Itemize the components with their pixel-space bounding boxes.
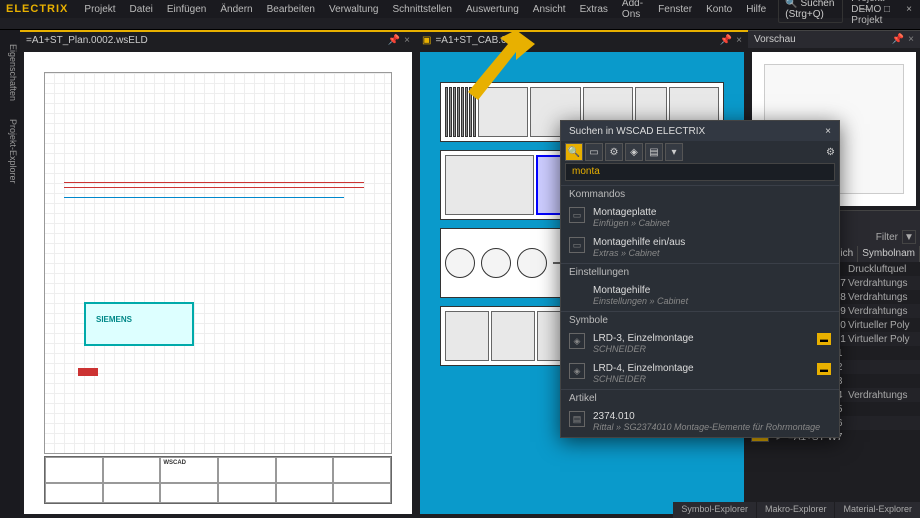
sym-cell: Verdrahtungs xyxy=(846,390,920,401)
menu-projekt[interactable]: Projekt xyxy=(78,2,121,17)
sym-cell: Verdrahtungs xyxy=(846,278,920,289)
sym-cell: Virtueller Poly xyxy=(846,334,920,345)
cabinet-badge-icon: ▬ xyxy=(817,363,831,375)
menu-extras[interactable]: Extras xyxy=(574,2,614,17)
search-mode-cmd[interactable]: ▭ xyxy=(585,143,603,161)
tab-cabinet[interactable]: ▣ =A1+ST_CAB.0001… 📌 × xyxy=(416,30,748,48)
sym-cell: Virtueller Poly xyxy=(846,320,920,331)
dialog-close-icon[interactable]: × xyxy=(825,126,831,137)
close-icon[interactable]: × xyxy=(908,34,914,45)
search-mode-dropdown[interactable]: ▾ xyxy=(665,143,683,161)
search-input[interactable]: monta xyxy=(565,163,835,181)
search-dialog: Suchen in WSCAD ELECTRIX × 🔍 ▭ ⚙ ◈ ▤ ▾ ⚙… xyxy=(560,120,840,438)
section-articles: Artikel xyxy=(561,389,839,407)
result-montageplatte[interactable]: ▭MontageplatteEinfügen » Cabinet xyxy=(561,203,839,233)
btab-symbol-explorer[interactable]: Symbol-Explorer xyxy=(673,502,756,518)
menu-verwaltung[interactable]: Verwaltung xyxy=(323,2,384,17)
filter-label[interactable]: Filter xyxy=(876,232,898,243)
pin-icon[interactable]: 📌 xyxy=(892,34,904,45)
menu-bearbeiten[interactable]: Bearbeiten xyxy=(261,2,321,17)
schematic-canvas[interactable]: SIEMENS WSCAD xyxy=(24,52,412,514)
pin-icon[interactable]: 📌 xyxy=(720,35,732,46)
close-tab-icon[interactable]: × xyxy=(404,35,410,46)
search-mode-set[interactable]: ⚙ xyxy=(605,143,623,161)
main-menubar: ELECTRIX Projekt Datei Einfügen Ändern B… xyxy=(0,0,920,18)
sidebar-tab-projekt-explorer[interactable]: Projekt-Explorer xyxy=(0,115,20,188)
close-tab-icon[interactable]: × xyxy=(736,35,742,46)
global-search[interactable]: 🔍 Suchen (Strg+Q) xyxy=(778,0,843,23)
menu-auswertung[interactable]: Auswertung xyxy=(460,2,525,17)
app-logo: ELECTRIX xyxy=(6,3,68,15)
warning-icon: ▣ xyxy=(422,35,431,46)
schematic-panel: =A1+ST_Plan.0002.wsELD 📌 × SIEMENS WSCAD xyxy=(20,30,416,518)
bottom-tabs: Symbol-Explorer Makro-Explorer Material-… xyxy=(673,502,920,518)
result-lrd3[interactable]: ◈LRD-3, EinzelmontageSCHNEIDER▬ xyxy=(561,329,839,359)
section-symbols: Symbole xyxy=(561,311,839,329)
menu-konto[interactable]: Konto xyxy=(700,2,738,17)
result-lrd4[interactable]: ◈LRD-4, EinzelmontageSCHNEIDER▬ xyxy=(561,359,839,389)
result-montagehilfe-setting[interactable]: MontagehilfeEinstellungen » Cabinet xyxy=(561,281,839,311)
menu-hilfe[interactable]: Hilfe xyxy=(740,2,772,17)
btab-makro-explorer[interactable]: Makro-Explorer xyxy=(757,502,835,518)
sidebar-tab-eigenschaften[interactable]: Eigenschaften xyxy=(0,40,20,105)
section-commands: Kommandos xyxy=(561,185,839,203)
menu-datei[interactable]: Datei xyxy=(124,2,159,17)
pin-icon[interactable]: 📌 xyxy=(388,35,400,46)
search-mode-all[interactable]: 🔍 xyxy=(565,143,583,161)
menu-addons[interactable]: Add-Ons xyxy=(616,0,650,22)
minimize-icon[interactable]: — xyxy=(858,2,872,16)
close-icon[interactable]: × xyxy=(902,2,916,16)
gear-icon[interactable]: ⚙ xyxy=(826,147,835,158)
sym-cell: Druckluftquel xyxy=(846,264,920,275)
vendor-label: SIEMENS xyxy=(96,315,132,324)
left-sidebar: Eigenschaften Projekt-Explorer xyxy=(0,30,20,518)
dialog-titlebar[interactable]: Suchen in WSCAD ELECTRIX × xyxy=(561,121,839,141)
result-montagehilfe-toggle[interactable]: ▭Montagehilfe ein/ausExtras » Cabinet xyxy=(561,233,839,263)
tab-schematic[interactable]: =A1+ST_Plan.0002.wsELD 📌 × xyxy=(20,30,416,48)
cabinet-badge-icon: ▬ xyxy=(817,333,831,345)
section-settings: Einstellungen xyxy=(561,263,839,281)
menu-ansicht[interactable]: Ansicht xyxy=(527,2,572,17)
menu-schnittstellen[interactable]: Schnittstellen xyxy=(386,2,457,17)
sym-cell: Verdrahtungs xyxy=(846,306,920,317)
preview-tab[interactable]: Vorschau 📌 × xyxy=(748,30,920,48)
btab-material-explorer[interactable]: Material-Explorer xyxy=(835,502,920,518)
component-plc[interactable] xyxy=(84,302,194,346)
menu-aendern[interactable]: Ändern xyxy=(214,2,258,17)
menu-fenster[interactable]: Fenster xyxy=(652,2,698,17)
maximize-icon[interactable]: □ xyxy=(880,2,894,16)
titleblock: WSCAD xyxy=(44,456,392,504)
search-mode-art[interactable]: ▤ xyxy=(645,143,663,161)
filter-icon[interactable]: ▼ xyxy=(902,230,916,244)
menu-einfuegen[interactable]: Einfügen xyxy=(161,2,212,17)
search-mode-sym[interactable]: ◈ xyxy=(625,143,643,161)
result-article-2374010[interactable]: ▤2374.010Rittal » SG2374010 Montage-Elem… xyxy=(561,407,839,437)
sym-cell: Verdrahtungs xyxy=(846,292,920,303)
